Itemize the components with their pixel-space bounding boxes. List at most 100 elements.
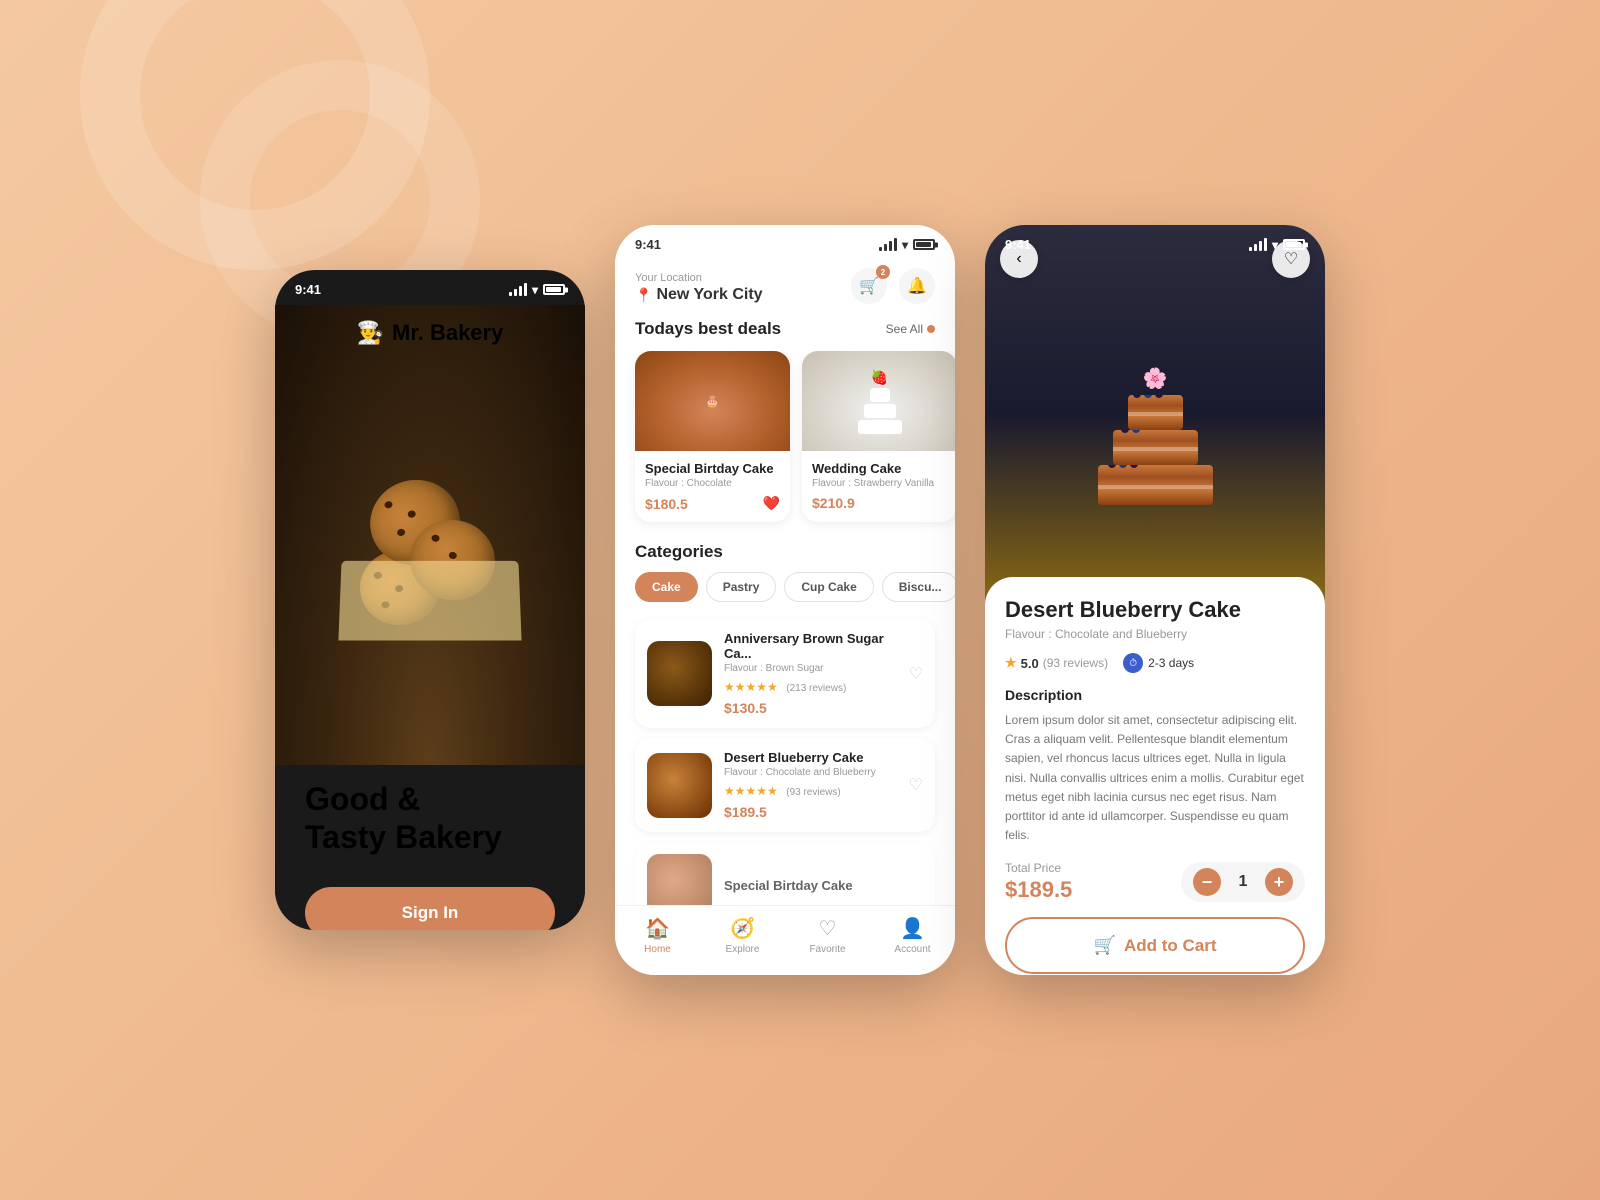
add-to-cart-button[interactable]: 🛒 Add to Cart bbox=[1005, 917, 1305, 974]
price-quantity-row: Total Price $189.5 − 1 + bbox=[1005, 861, 1305, 903]
heart-button-blueberry[interactable]: ♡ bbox=[909, 775, 923, 795]
deal-card-wedding[interactable]: 🍓 Wedding Cake Flavour : Strawberry Vani… bbox=[802, 351, 955, 522]
category-biscuit[interactable]: Biscu... bbox=[882, 572, 955, 602]
time-3: 9:41 bbox=[1005, 237, 1031, 252]
quantity-value: 1 bbox=[1233, 873, 1253, 891]
battery-icon-3 bbox=[1283, 239, 1305, 250]
cart-button[interactable]: 🛒 2 bbox=[851, 268, 887, 304]
berry-4 bbox=[1121, 430, 1129, 433]
phones-container: 9:41 ▾ bbox=[275, 225, 1325, 975]
location-pin-icon: 📍 bbox=[635, 287, 652, 304]
location-section: Your Location 📍 New York City bbox=[635, 272, 763, 304]
blueberry-visual bbox=[647, 753, 712, 818]
home-nav-icon: 🏠 bbox=[645, 916, 670, 941]
stars-anniversary: ★★★★★ bbox=[724, 680, 778, 694]
naked-cake-visual: 🌸 bbox=[1098, 366, 1213, 505]
category-pastry[interactable]: Pastry bbox=[706, 572, 777, 602]
see-all-button[interactable]: See All bbox=[886, 322, 935, 336]
explore-nav-label: Explore bbox=[726, 944, 760, 955]
favorite-nav-icon: ♡ bbox=[819, 916, 837, 941]
product-name-special: Special Birtday Cake bbox=[724, 878, 923, 893]
product-card-blueberry[interactable]: Desert Blueberry Cake Flavour : Chocolat… bbox=[635, 738, 935, 832]
home-content: 9:41 ▾ Your Location 📍 New York bbox=[615, 225, 955, 975]
heart-button-birthday[interactable]: ❤️ bbox=[763, 495, 780, 512]
status-icons-2: ▾ bbox=[879, 238, 935, 252]
status-bar-2: 9:41 ▾ bbox=[615, 225, 955, 260]
berry-5 bbox=[1132, 430, 1140, 433]
see-all-dot bbox=[927, 325, 935, 333]
brand-name: Mr. Bakery bbox=[392, 320, 503, 346]
quantity-increase-button[interactable]: + bbox=[1265, 868, 1293, 896]
naked-tier-3 bbox=[1098, 465, 1213, 505]
notifications-button[interactable]: 🔔 bbox=[899, 268, 935, 304]
heart-button-anniversary[interactable]: ♡ bbox=[909, 664, 923, 684]
description-text: Lorem ipsum dolor sit amet, consectetur … bbox=[1005, 711, 1305, 845]
wedding-cake-info: Wedding Cake Flavour : Strawberry Vanill… bbox=[802, 451, 955, 521]
cake-tiers: 🍓 bbox=[858, 369, 902, 434]
deal-flavor-birthday: Flavour : Chocolate bbox=[645, 478, 780, 489]
status-icons-3: ▾ bbox=[1249, 238, 1305, 252]
product-name-blueberry: Desert Blueberry Cake bbox=[724, 750, 897, 765]
cake-tier-2 bbox=[864, 404, 896, 418]
nav-explore[interactable]: 🧭 Explore bbox=[700, 916, 785, 955]
birthday-cake-visual: 🎂 bbox=[635, 351, 790, 451]
quantity-control: − 1 + bbox=[1181, 862, 1305, 902]
reviews-anniversary: (213 reviews) bbox=[786, 683, 846, 694]
splash-bottom: Good & Tasty Bakery Sign In Don't have a… bbox=[275, 765, 585, 930]
quantity-decrease-button[interactable]: − bbox=[1193, 868, 1221, 896]
reviews-blueberry: (93 reviews) bbox=[786, 787, 840, 798]
time-2: 9:41 bbox=[635, 237, 661, 252]
delivery-time: 2-3 days bbox=[1148, 656, 1194, 670]
home-nav-label: Home bbox=[644, 944, 671, 955]
see-all-text: See All bbox=[886, 322, 923, 336]
star-icon: ★ bbox=[1005, 655, 1017, 671]
total-price-label: Total Price bbox=[1005, 861, 1072, 875]
wifi-icon-3: ▾ bbox=[1272, 238, 1278, 252]
stars-blueberry: ★★★★★ bbox=[724, 784, 778, 798]
tagline-line1: Good & bbox=[305, 781, 421, 817]
berry-1 bbox=[1133, 395, 1141, 398]
home-header: Your Location 📍 New York City 🛒 2 🔔 bbox=[615, 260, 955, 319]
wifi-icon-2: ▾ bbox=[902, 238, 908, 252]
category-cake[interactable]: Cake bbox=[635, 572, 698, 602]
cake-top-flower: 🌸 bbox=[1143, 366, 1168, 391]
time-1: 9:41 bbox=[295, 282, 321, 297]
status-bar-1: 9:41 ▾ bbox=[275, 270, 585, 305]
product-info-anniversary: Anniversary Brown Sugar Ca... Flavour : … bbox=[724, 631, 897, 716]
detail-meta: ★ 5.0 (93 reviews) ⏱ 2-3 days bbox=[1005, 653, 1305, 673]
top-berries bbox=[1133, 395, 1163, 398]
product-card-anniversary[interactable]: Anniversary Brown Sugar Ca... Flavour : … bbox=[635, 619, 935, 728]
category-cupcake[interactable]: Cup Cake bbox=[784, 572, 873, 602]
status-bar-3: 9:41 ▾ bbox=[985, 225, 1325, 260]
product-flavor-blueberry: Flavour : Chocolate and Blueberry bbox=[724, 767, 897, 778]
product-info-blueberry: Desert Blueberry Cake Flavour : Chocolat… bbox=[724, 750, 897, 820]
nav-home[interactable]: 🏠 Home bbox=[615, 916, 700, 955]
categories-title: Categories bbox=[635, 542, 723, 561]
deal-footer-birthday: $180.5 ❤️ bbox=[645, 495, 780, 512]
cart-icon: 🛒 bbox=[1094, 935, 1116, 956]
categories-section: Categories Cake Pastry Cup Cake Biscu... bbox=[615, 537, 955, 614]
rating-badge: ★ 5.0 (93 reviews) bbox=[1005, 655, 1108, 671]
hero-background: 👨‍🍳 Mr. Bakery bbox=[275, 305, 585, 765]
delivery-badge: ⏱ 2-3 days bbox=[1123, 653, 1194, 673]
account-nav-icon: 👤 bbox=[900, 916, 925, 941]
phone-detail: 9:41 ▾ 🌸 bbox=[985, 225, 1325, 975]
total-price-section: Total Price $189.5 bbox=[1005, 861, 1072, 903]
product-detail-content: Desert Blueberry Cake Flavour : Chocolat… bbox=[985, 577, 1325, 975]
product-price-anniversary: $130.5 bbox=[724, 700, 897, 716]
paper-wrap bbox=[338, 561, 521, 641]
product-price-blueberry: $189.5 bbox=[724, 804, 897, 820]
bottom-navigation: 🏠 Home 🧭 Explore ♡ Favorite 👤 Account bbox=[615, 905, 955, 975]
nav-favorite[interactable]: ♡ Favorite bbox=[785, 916, 870, 955]
deal-card-birthday[interactable]: 🎂 Special Birtday Cake Flavour : Chocola… bbox=[635, 351, 790, 522]
deals-title: Todays best deals bbox=[635, 319, 781, 339]
header-icons: 🛒 2 🔔 bbox=[851, 268, 935, 304]
nav-account[interactable]: 👤 Account bbox=[870, 916, 955, 955]
product-image-anniversary bbox=[647, 641, 712, 706]
battery-icon-2 bbox=[913, 239, 935, 250]
delivery-icon: ⏱ bbox=[1123, 653, 1143, 673]
signin-button[interactable]: Sign In bbox=[305, 887, 555, 930]
product-flavor-anniversary: Flavour : Brown Sugar bbox=[724, 663, 897, 674]
berry-3 bbox=[1155, 395, 1163, 398]
birthday-cake-info: Special Birtday Cake Flavour : Chocolate… bbox=[635, 451, 790, 522]
